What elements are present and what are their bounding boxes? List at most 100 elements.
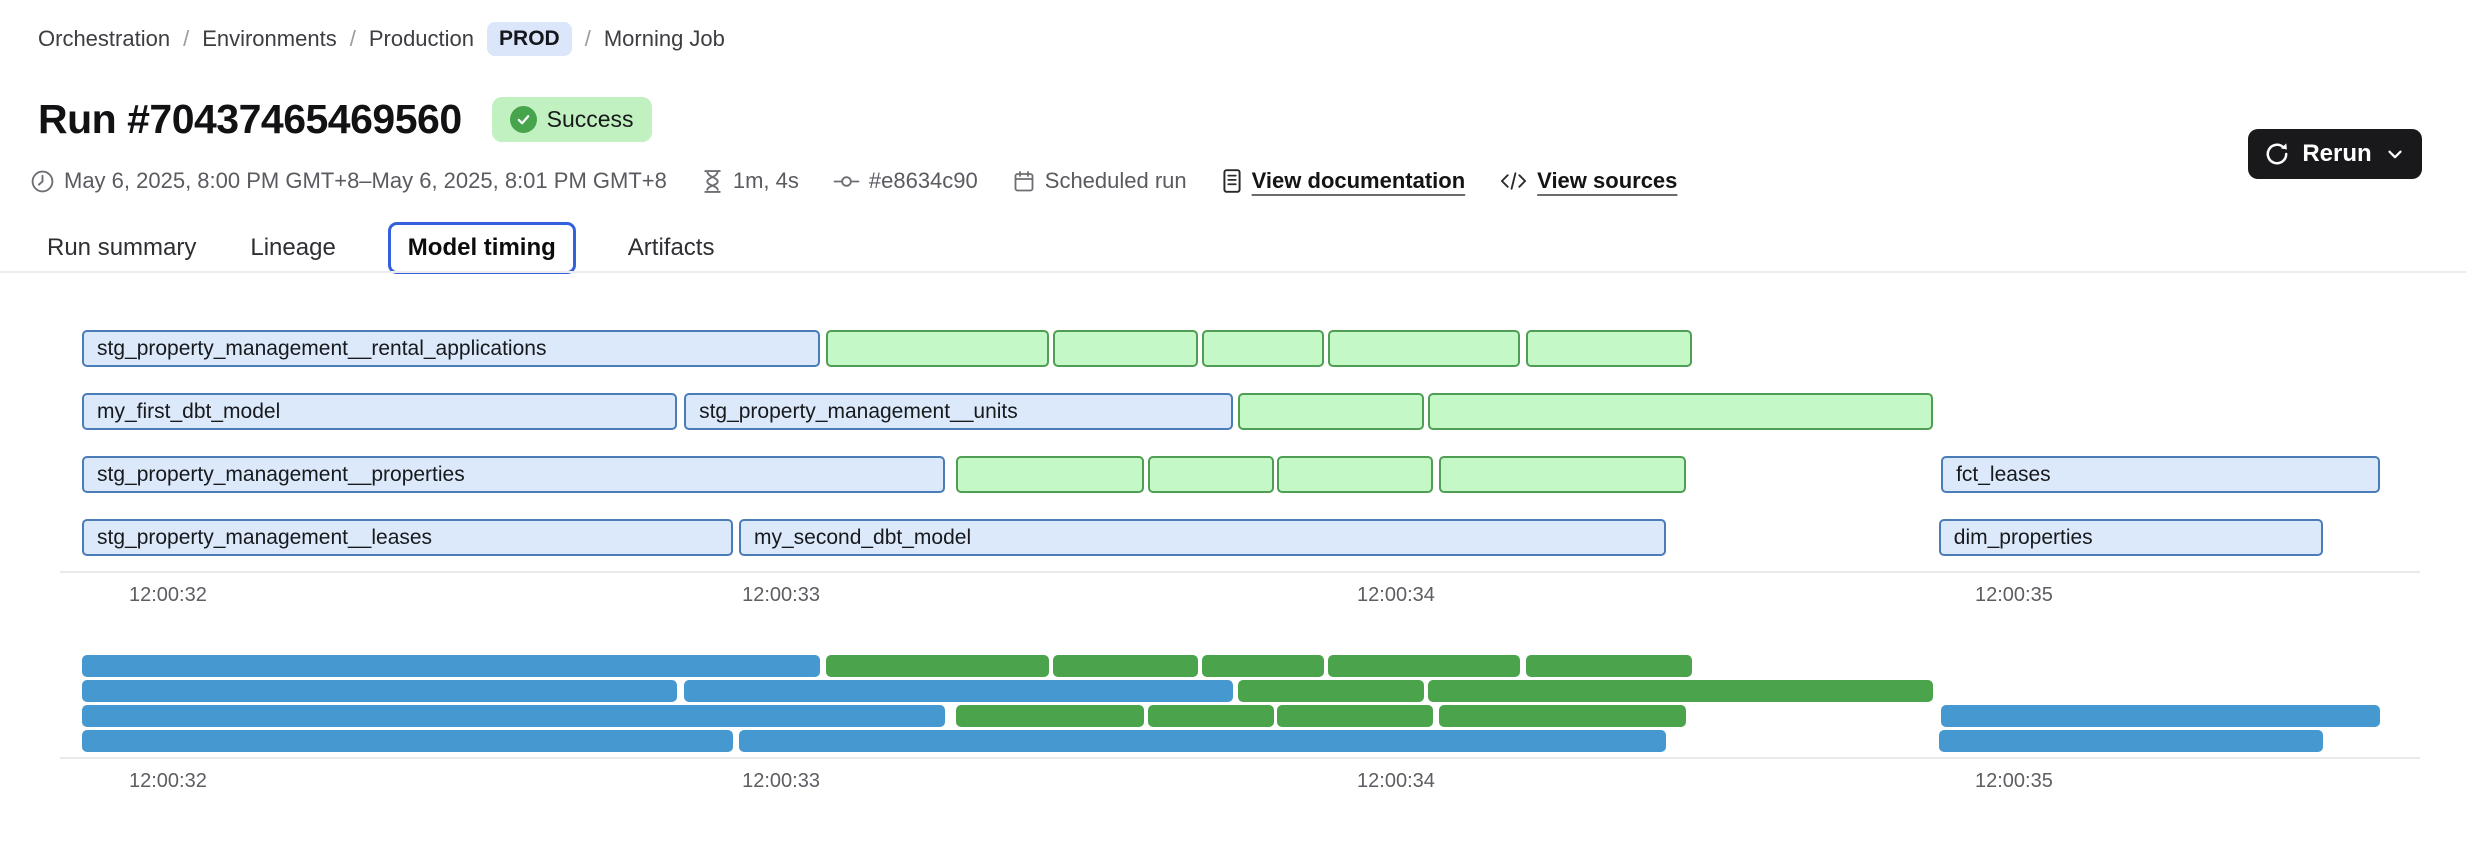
axis-tick-label: 12:00:34 [1357,584,1435,607]
timing-row: stg_property_management__properties fct_l… [82,456,2380,493]
axis-tick-label: 12:00:35 [1975,584,2053,607]
timing-row [82,705,2380,727]
code-icon [1499,169,1528,193]
timing-bar[interactable] [956,456,1144,493]
model-bar-stg_property_management__units[interactable]: stg_property_management__units [684,393,1233,430]
timing-bar[interactable] [1526,330,1692,367]
minimap-axis-line [60,757,2420,759]
model-bar-label: fct_leases [1943,458,2378,491]
model-bar-dim_properties[interactable]: dim_properties [1939,519,2323,556]
timing-bar [1526,655,1692,677]
model-bar-label: stg_property_management__leases [84,521,731,554]
timing-bar[interactable] [1277,456,1433,493]
axis-tick-label: 12:00:32 [129,770,207,793]
timing-bar [1439,705,1686,727]
breadcrumb-morning-job[interactable]: Morning Job [604,26,725,52]
model-bar-stg_property_management__units [684,680,1233,702]
timing-row: stg_property_management__rental_applicat… [82,330,2380,367]
hourglass-icon [701,169,724,194]
breadcrumb-orchestration[interactable]: Orchestration [38,26,170,52]
timing-row [82,655,2380,677]
main-time-axis: 12:00:32 12:00:33 12:00:34 12:00:35 [82,584,2380,608]
timing-bar[interactable] [1238,393,1424,430]
timing-bar[interactable] [1202,330,1324,367]
breadcrumb: Orchestration / Environments / Productio… [38,22,725,56]
timing-row [82,680,2380,702]
commit-icon [833,169,860,194]
breadcrumb-separator: / [585,26,591,52]
page-title: Run #70437465469560 [38,96,462,143]
timing-minimap[interactable] [82,655,2380,753]
timing-bar [1148,705,1274,727]
environment-badge: PROD [487,22,572,56]
model-bar-stg_property_management__properties[interactable]: stg_property_management__properties [82,456,945,493]
model-bar-stg_property_management__leases[interactable]: stg_property_management__leases [82,519,733,556]
view-documentation-link[interactable]: View documentation [1252,168,1466,194]
timing-bar[interactable] [1328,330,1520,367]
axis-tick-label: 12:00:33 [742,770,820,793]
timing-bar[interactable] [826,330,1049,367]
tab-run-summary[interactable]: Run summary [45,223,198,273]
tab-artifacts[interactable]: Artifacts [626,223,717,273]
timing-bar [1277,705,1433,727]
header: Run #70437465469560 Success [38,96,652,143]
model-bar-my_second_dbt_model[interactable]: my_second_dbt_model [739,519,1666,556]
breadcrumb-separator: / [183,26,189,52]
run-meta: May 6, 2025, 8:00 PM GMT+8–May 6, 2025, … [30,168,1677,194]
tabs-divider [0,271,2466,273]
view-sources-link[interactable]: View sources [1537,168,1677,194]
timing-bar [1428,680,1933,702]
model-bar-stg_property_management__properties [82,705,945,727]
model-bar-my_first_dbt_model[interactable]: my_first_dbt_model [82,393,677,430]
meta-view-sources[interactable]: View sources [1499,168,1677,194]
timing-bar [956,705,1144,727]
timing-bar [1053,655,1198,677]
tab-bar: Run summary Lineage Model timing Artifacts [45,222,716,274]
run-detail-page: Orchestration / Environments / Productio… [0,0,2466,842]
breadcrumb-environments[interactable]: Environments [202,26,337,52]
rerun-button[interactable]: Rerun [2248,129,2422,179]
model-bar-dim_properties [1939,730,2323,752]
calendar-icon [1012,169,1036,194]
timing-bar [826,655,1049,677]
model-bar-label: my_first_dbt_model [84,395,675,428]
meta-view-documentation[interactable]: View documentation [1221,168,1466,194]
model-bar-stg_property_management__rental_applications[interactable]: stg_property_management__rental_applicat… [82,330,820,367]
model-timing-gantt: stg_property_management__rental_applicat… [82,330,2380,556]
minimap-time-axis: 12:00:3212:00:3312:00:3412:00:35 [82,770,2380,794]
timing-bar[interactable] [1148,456,1274,493]
model-bar-stg_property_management__rental_applications [82,655,820,677]
model-bar-stg_property_management__leases [82,730,733,752]
trigger-text: Scheduled run [1045,168,1187,194]
duration-text: 1m, 4s [733,168,799,194]
model-bar-fct_leases [1941,705,2380,727]
model-bar-label: stg_property_management__rental_applicat… [84,332,818,365]
model-bar-label: dim_properties [1941,521,2321,554]
timing-bar[interactable] [1439,456,1686,493]
breadcrumb-production[interactable]: Production [369,26,474,52]
tab-model-timing[interactable]: Model timing [388,222,576,274]
refresh-icon [2264,141,2290,167]
chevron-down-icon[interactable] [2384,143,2406,165]
timing-bar [1328,655,1520,677]
document-icon [1221,168,1243,194]
commit-sha-text: #e8634c90 [869,168,978,194]
axis-tick-label: 12:00:33 [742,584,820,607]
model-bar-my_first_dbt_model [82,680,677,702]
main-axis-line [60,571,2420,573]
timing-row: my_first_dbt_model stg_property_managemen… [82,393,2380,430]
meta-duration: 1m, 4s [701,168,799,194]
model-bar-my_second_dbt_model [739,730,1666,752]
time-range-text: May 6, 2025, 8:00 PM GMT+8–May 6, 2025, … [64,168,667,194]
model-bar-fct_leases[interactable]: fct_leases [1941,456,2380,493]
tab-lineage[interactable]: Lineage [248,223,337,273]
status-label: Success [547,106,634,133]
meta-trigger: Scheduled run [1012,168,1187,194]
timing-bar[interactable] [1053,330,1198,367]
success-check-icon [510,106,537,133]
rerun-label: Rerun [2302,140,2371,168]
timing-row: stg_property_management__leasesmy_second… [82,519,2380,556]
timing-bar [1202,655,1324,677]
axis-tick-label: 12:00:32 [129,584,207,607]
timing-bar[interactable] [1428,393,1933,430]
